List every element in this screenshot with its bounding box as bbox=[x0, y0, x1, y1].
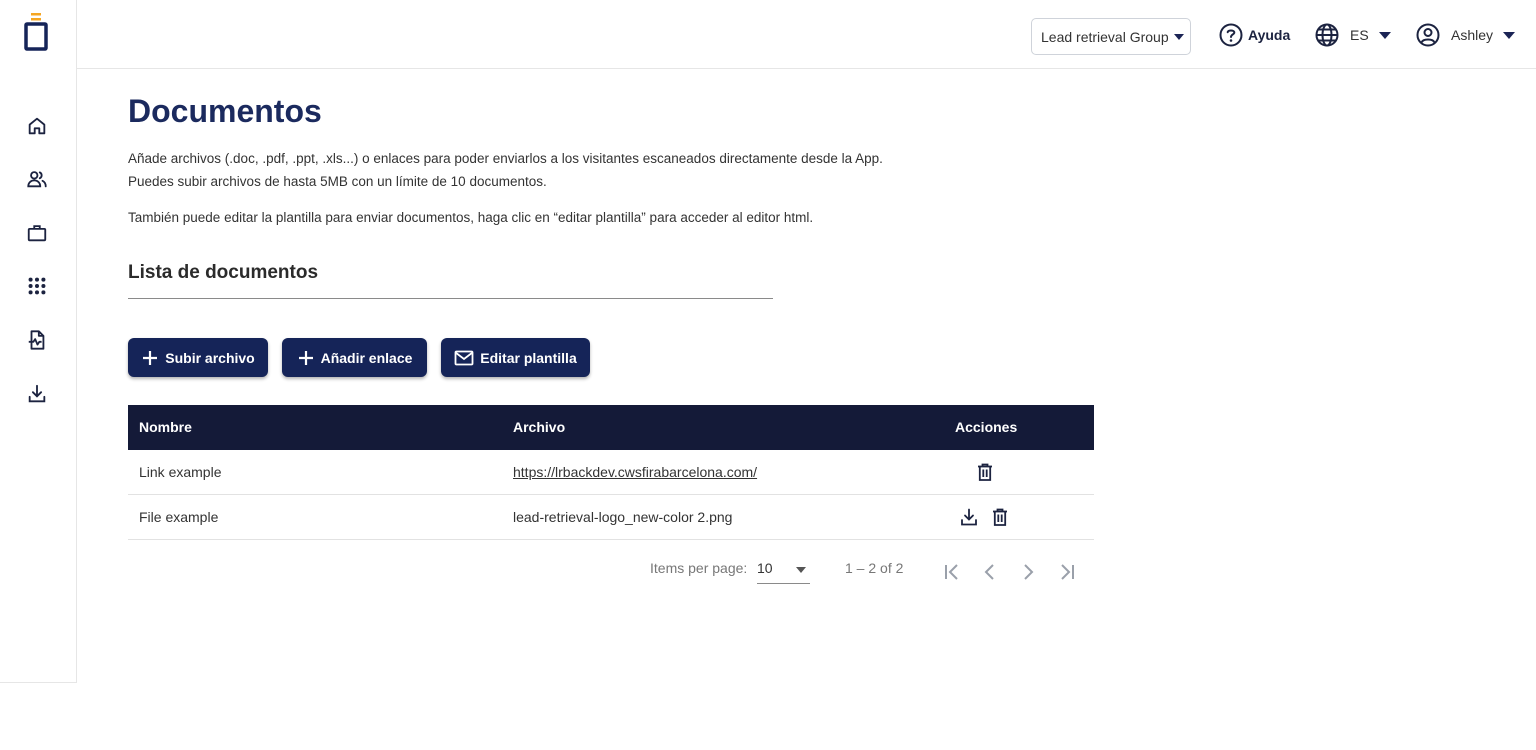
table-row: File example lead-retrieval-logo_new-col… bbox=[128, 495, 1094, 540]
column-header-name[interactable]: Nombre bbox=[139, 419, 192, 435]
help-label: Ayuda bbox=[1248, 27, 1291, 43]
user-name: Ashley bbox=[1451, 27, 1494, 43]
table-row: Link example https://lrbackdev.cwsfiraba… bbox=[128, 450, 1094, 495]
user-menu[interactable]: Ashley bbox=[1415, 22, 1516, 48]
document-name: Link example bbox=[139, 464, 222, 480]
document-link-text[interactable]: https://lrbackdev.cwsfirabarcelona.com/ bbox=[513, 464, 757, 480]
add-link-label: Añadir enlace bbox=[320, 349, 413, 366]
document-link[interactable]: https://lrbackdev.cwsfirabarcelona.com/ bbox=[513, 464, 757, 480]
plus-icon bbox=[143, 350, 158, 365]
chevron-down-icon bbox=[1503, 31, 1516, 39]
download-icon[interactable] bbox=[959, 507, 979, 527]
chevron-down-icon bbox=[1378, 31, 1391, 39]
first-page-icon[interactable] bbox=[941, 561, 963, 583]
sidebar bbox=[0, 0, 77, 683]
download-icon[interactable] bbox=[25, 382, 49, 406]
delete-icon[interactable] bbox=[990, 507, 1010, 527]
upload-file-button[interactable]: Subir archivo bbox=[128, 338, 268, 377]
documents-table: Nombre Archivo Acciones Link example htt… bbox=[128, 405, 1094, 540]
user-avatar-icon bbox=[1416, 23, 1440, 47]
document-name: File example bbox=[139, 509, 219, 525]
description-line-2: Puedes subir archivos de hasta 5MB con u… bbox=[128, 174, 547, 189]
group-selector[interactable]: Lead retrieval Group bbox=[1031, 18, 1191, 55]
page-size-value: 10 bbox=[757, 560, 773, 576]
add-link-button[interactable]: Añadir enlace bbox=[282, 338, 427, 377]
next-page-icon[interactable] bbox=[1017, 561, 1039, 583]
edit-template-button[interactable]: Editar plantilla bbox=[441, 338, 590, 377]
delete-icon[interactable] bbox=[975, 462, 995, 482]
section-title: Lista de documentos bbox=[128, 262, 319, 283]
top-header: Lead retrieval Group Ayuda ES Ashley bbox=[77, 0, 1536, 69]
document-icon[interactable] bbox=[25, 328, 49, 352]
help-button[interactable]: Ayuda bbox=[1218, 22, 1290, 48]
upload-file-label: Subir archivo bbox=[165, 349, 255, 366]
mail-icon bbox=[454, 350, 474, 365]
document-file: lead-retrieval-logo_new-color 2.png bbox=[513, 509, 733, 525]
apps-grid-icon[interactable] bbox=[25, 274, 49, 298]
plus-icon bbox=[298, 350, 313, 365]
column-header-file[interactable]: Archivo bbox=[513, 419, 565, 435]
items-per-page-label: Items per page: bbox=[650, 560, 748, 576]
briefcase-icon[interactable] bbox=[25, 221, 49, 245]
globe-icon bbox=[1315, 23, 1339, 47]
previous-page-icon[interactable] bbox=[979, 561, 1001, 583]
users-icon[interactable] bbox=[25, 167, 49, 191]
page-size-select[interactable]: 10 bbox=[757, 560, 810, 584]
chevron-down-icon bbox=[796, 567, 806, 573]
edit-template-label: Editar plantilla bbox=[480, 349, 577, 366]
home-icon[interactable] bbox=[25, 114, 49, 138]
page-range: 1 – 2 of 2 bbox=[845, 560, 904, 576]
section-divider bbox=[128, 298, 773, 299]
app-logo[interactable] bbox=[24, 12, 48, 52]
page-title: Documentos bbox=[128, 93, 322, 129]
column-header-actions: Acciones bbox=[955, 419, 1018, 435]
chevron-down-icon bbox=[1173, 33, 1184, 40]
language-selector[interactable]: ES bbox=[1314, 22, 1391, 48]
group-selector-label: Lead retrieval Group bbox=[1041, 28, 1169, 45]
language-label: ES bbox=[1350, 27, 1369, 43]
table-header: Nombre Archivo Acciones bbox=[128, 405, 1094, 450]
last-page-icon[interactable] bbox=[1056, 561, 1078, 583]
help-circle-icon bbox=[1219, 23, 1243, 47]
description-line-3: También puede editar la plantilla para e… bbox=[128, 210, 814, 225]
description-line-1: Añade archivos (.doc, .pdf, .ppt, .xls..… bbox=[128, 151, 883, 166]
